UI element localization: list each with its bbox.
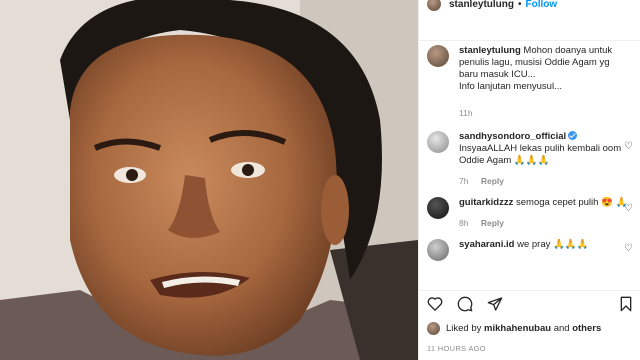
post-photo[interactable] xyxy=(0,0,418,360)
caption-avatar[interactable] xyxy=(427,45,449,67)
caption-meta: 11h xyxy=(459,107,629,119)
author-avatar[interactable] xyxy=(427,0,441,11)
comment-avatar[interactable] xyxy=(427,197,449,219)
comments-list[interactable]: stanleytulung Mohon doanya untuk penulis… xyxy=(419,40,640,280)
comment-body: syaharani.id we pray 🙏🙏🙏 xyxy=(459,239,629,261)
comment-username[interactable]: sandhysondoro_official xyxy=(459,131,566,142)
comment-body: guitarkidzzz semoga cepet pulih 😍 🙏 8h R… xyxy=(459,197,629,229)
comment-text: InsyaaALLAH lekas pulih kembali oom Oddi… xyxy=(459,143,622,166)
comment-item: guitarkidzzz semoga cepet pulih 😍 🙏 8h R… xyxy=(419,187,640,229)
likes-and: and xyxy=(553,323,570,334)
comment-item: sandhysondoro_official InsyaaALLAH lekas… xyxy=(419,119,640,187)
caption-text-2: Info lanjutan menyusul... xyxy=(459,81,562,92)
comment-time: 7h xyxy=(459,176,469,186)
post-header: stanleytulung • Follow xyxy=(419,0,640,11)
bookmark-icon[interactable] xyxy=(619,296,633,312)
comment-username[interactable]: syaharani.id xyxy=(459,239,514,250)
verified-badge-icon xyxy=(568,131,578,140)
comment-like-heart-icon[interactable]: ♡ xyxy=(624,203,633,214)
post-timestamp: 11 HOURS AGO xyxy=(427,344,486,353)
comment-body: sandhysondoro_official InsyaaALLAH lekas… xyxy=(459,131,629,187)
comment-avatar[interactable] xyxy=(427,131,449,153)
comment-meta: 8h Reply xyxy=(459,217,629,229)
caption: stanleytulung Mohon doanya untuk penulis… xyxy=(419,41,640,119)
comment-avatar[interactable] xyxy=(427,239,449,261)
likes-user[interactable]: mikhahenubau xyxy=(484,323,551,334)
comment-item: syaharani.id we pray 🙏🙏🙏 ♡ xyxy=(419,229,640,261)
portrait-image xyxy=(0,0,418,360)
comment-meta: 7h Reply xyxy=(459,175,629,187)
follow-button[interactable]: Follow xyxy=(526,0,558,10)
post-sidebar: stanleytulung • Follow stanleytulung Moh… xyxy=(418,0,640,360)
likes-summary: Liked by mikhahenubau and others xyxy=(427,322,601,335)
caption-time: 11h xyxy=(459,108,473,118)
reply-button[interactable]: Reply xyxy=(481,218,504,228)
comment-text: we pray 🙏🙏🙏 xyxy=(517,239,589,250)
likes-prefix: Liked by xyxy=(446,323,482,334)
caption-body: stanleytulung Mohon doanya untuk penulis… xyxy=(459,45,629,119)
author-username[interactable]: stanleytulung xyxy=(449,0,514,10)
header-separator: • xyxy=(518,0,522,10)
comment-icon[interactable] xyxy=(457,296,473,312)
likes-text: Liked by mikhahenubau and others xyxy=(446,323,601,334)
reply-button[interactable]: Reply xyxy=(481,176,504,186)
comment-text: semoga cepet pulih 😍 🙏 xyxy=(516,197,628,208)
likes-others[interactable]: others xyxy=(572,323,601,334)
heart-icon[interactable] xyxy=(427,296,443,311)
liker-avatar[interactable] xyxy=(427,322,440,335)
share-icon[interactable] xyxy=(487,296,503,312)
comment-username[interactable]: guitarkidzzz xyxy=(459,197,513,208)
comment-like-heart-icon[interactable]: ♡ xyxy=(624,141,633,152)
comment-like-heart-icon[interactable]: ♡ xyxy=(624,243,633,254)
comment-time: 8h xyxy=(459,218,469,228)
caption-username[interactable]: stanleytulung xyxy=(459,45,521,56)
post-actions xyxy=(419,290,640,316)
